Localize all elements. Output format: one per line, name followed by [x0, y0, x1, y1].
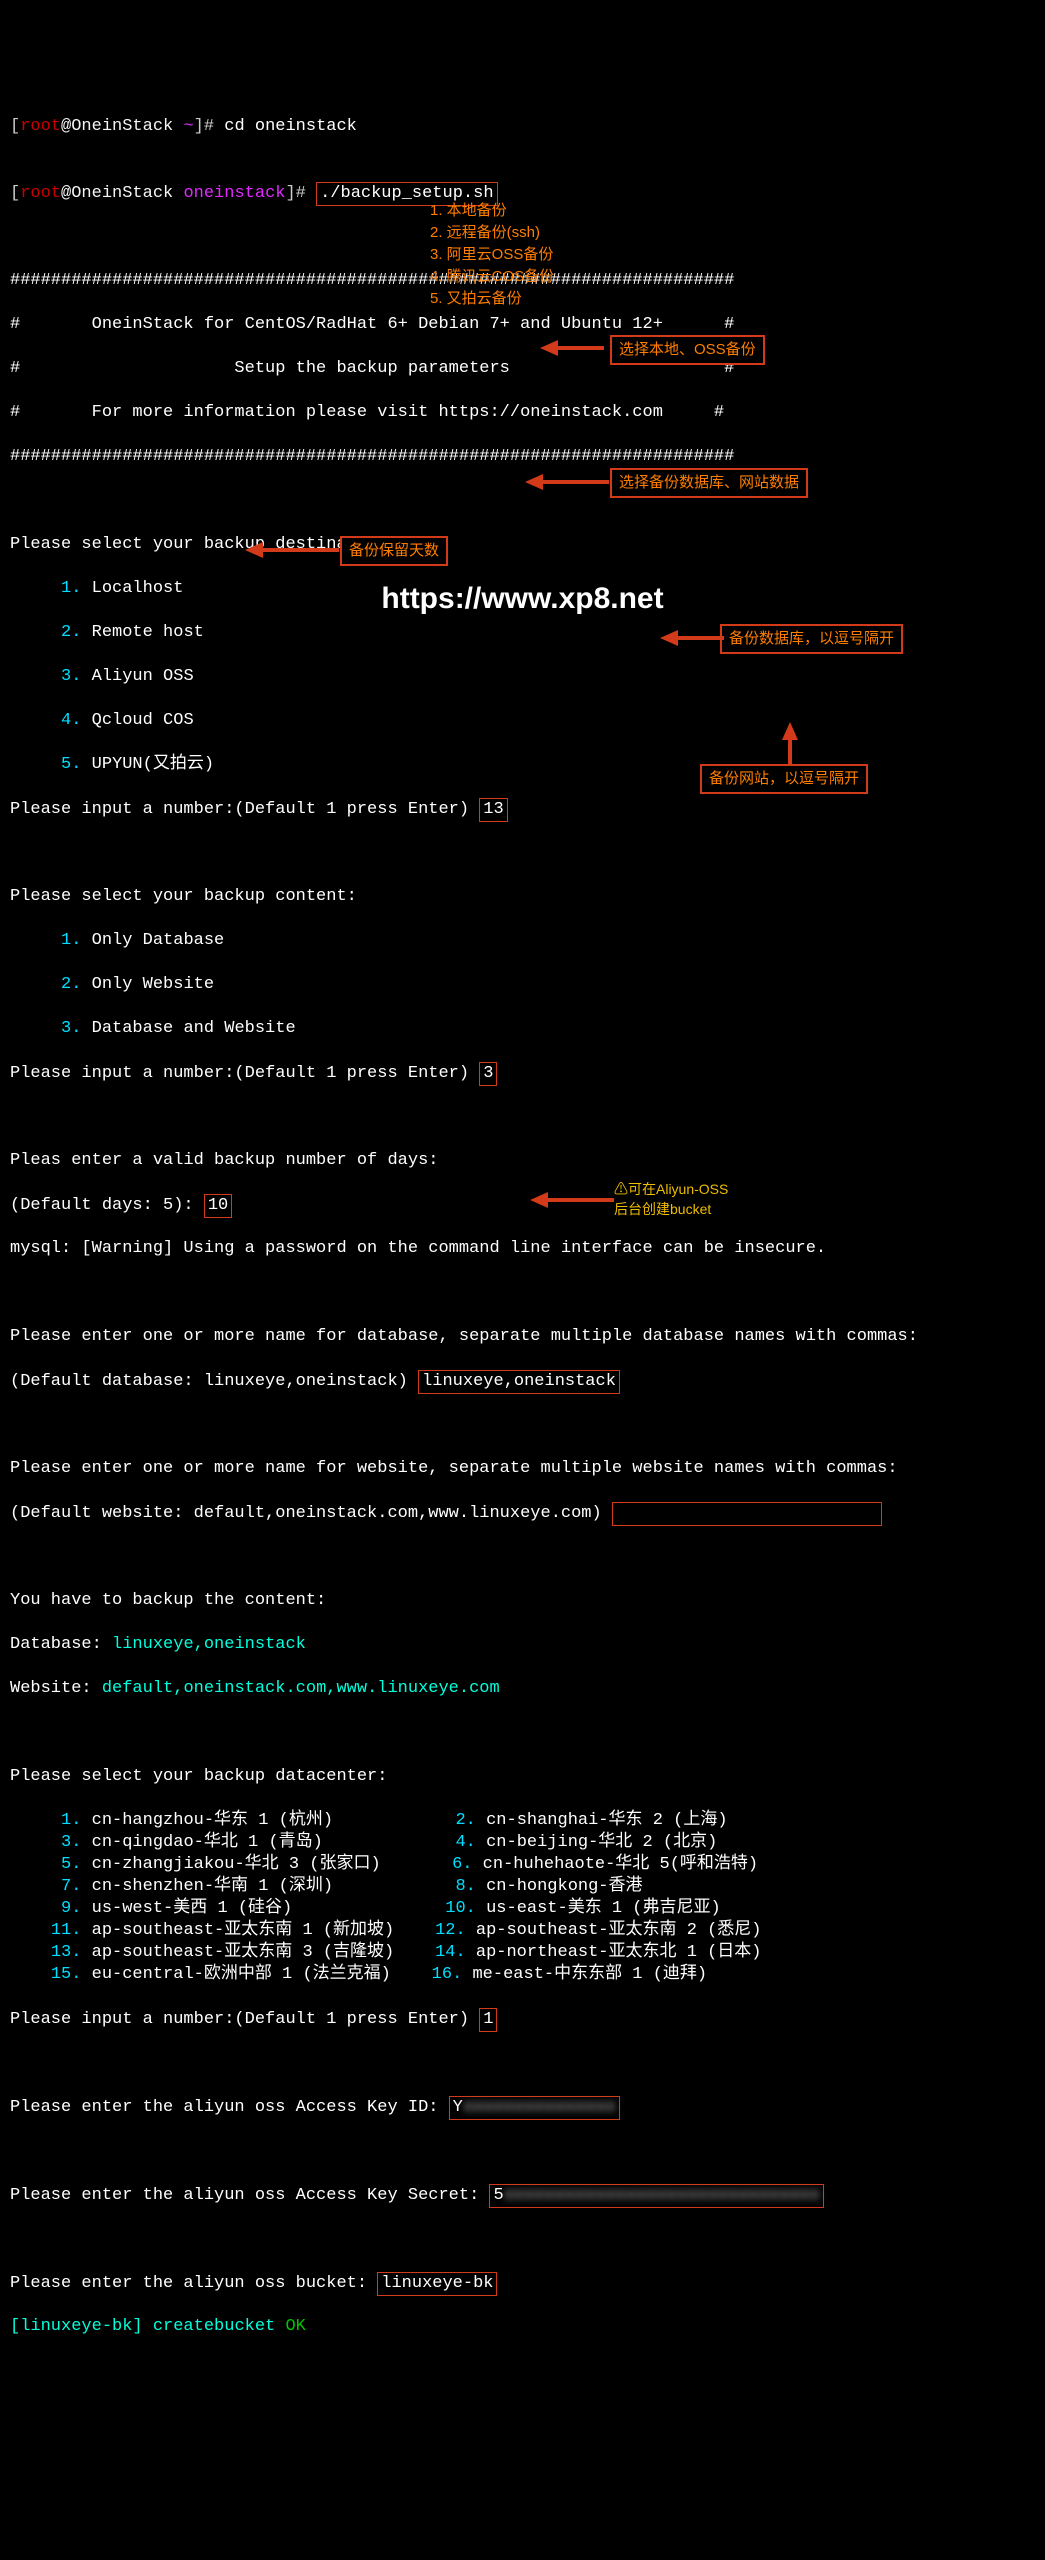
oss-result-line: [linuxeye-bk] createbucket OK [10, 2316, 1035, 2338]
banner-l2: # Setup the backup parameters # [10, 358, 1035, 380]
oss-ak-line[interactable]: Please enter the aliyun oss Access Key I… [10, 2096, 1035, 2118]
days-input-line[interactable]: (Default days: 5): 10 [10, 1194, 1035, 1216]
dc-row: 3. cn-qingdao-华北 1 (青岛) 4. cn-beijing-华北… [10, 1832, 1035, 1854]
dc-row: 13. ap-southeast-亚太东南 3 (吉隆坡) 14. ap-nor… [10, 1942, 1035, 1964]
dc-row: 11. ap-southeast-亚太东南 1 (新加坡) 12. ap-sou… [10, 1920, 1035, 1942]
confirm-site: Website: default,oneinstack.com,www.linu… [10, 1678, 1035, 1700]
dc-rows: 1. cn-hangzhou-华东 1 (杭州) 2. cn-shanghai-… [10, 1810, 1035, 1986]
db-input-val: linuxeye,oneinstack [418, 1370, 620, 1394]
label-dest: 选择本地、OSS备份 [610, 335, 765, 365]
mysql-warning: mysql: [Warning] Using a password on the… [10, 1238, 1035, 1260]
dest-input-val: 13 [479, 798, 507, 822]
arrow-icon [540, 340, 600, 356]
dc-row: 9. us-west-美西 1 (硅谷) 10. us-east-美东 1 (弗… [10, 1898, 1035, 1920]
content-input-val: 3 [479, 1062, 497, 1086]
note-dest-1: 1. 本地备份 [430, 200, 507, 222]
oss-sk-val: 5xxxxxxxxxxxxxxxxxxxxxxxxxxxxxxx [489, 2184, 823, 2208]
label-days: 备份保留天数 [340, 536, 448, 566]
dest-item-5: 5. UPYUN(又拍云) [10, 754, 1035, 776]
note-bucket-2: 后台创建bucket [614, 1198, 711, 1220]
oss-bucket-line[interactable]: Please enter the aliyun oss bucket: linu… [10, 2272, 1035, 2294]
dc-title: Please select your backup datacenter: [10, 1766, 1035, 1788]
content-item-1: 1. Only Database [10, 930, 1035, 952]
terminal-window[interactable]: { "prompt1": {"bracket_l":"[","user":"ro… [0, 0, 1045, 1280]
site-input-val [612, 1502, 882, 1526]
confirm-title: You have to backup the content: [10, 1590, 1035, 1612]
banner-l3: # For more information please visit http… [10, 402, 1035, 424]
oss-bucket-val: linuxeye-bk [377, 2272, 497, 2296]
prompt-line-1: [root@OneinStack ~]# cd oneinstack [10, 116, 1035, 138]
dc-input-line[interactable]: Please input a number:(Default 1 press E… [10, 2008, 1035, 2030]
prompt-line-2: [root@OneinStack oneinstack]# ./backup_s… [10, 182, 1035, 204]
site-input-line[interactable]: (Default website: default,oneinstack.com… [10, 1502, 1035, 1524]
dest-input-line[interactable]: Please input a number:(Default 1 press E… [10, 798, 1035, 820]
watermark-text: https://www.xp8.net [0, 588, 1045, 610]
note-dest-2: 2. 远程备份(ssh) [430, 222, 540, 244]
dest-item-3: 3. Aliyun OSS [10, 666, 1035, 688]
content-item-2: 2. Only Website [10, 974, 1035, 996]
content-item-3: 3. Database and Website [10, 1018, 1035, 1040]
note-dest-4: 4. 腾讯云COS备份 [430, 266, 554, 288]
arrow-icon [525, 474, 600, 490]
days-input-val: 10 [204, 1194, 232, 1218]
note-bucket-1: ⚠可在Aliyun-OSS [614, 1178, 728, 1200]
banner-hr2: ########################################… [10, 446, 1035, 468]
dc-input-val: 1 [479, 2008, 497, 2032]
note-dest-5: 5. 又拍云备份 [430, 288, 522, 310]
db-input-line[interactable]: (Default database: linuxeye,oneinstack) … [10, 1370, 1035, 1392]
content-title: Please select your backup content: [10, 886, 1035, 908]
days-title: Pleas enter a valid backup number of day… [10, 1150, 1035, 1172]
dc-row: 15. eu-central-欧洲中部 1 (法兰克福) 16. me-east… [10, 1964, 1035, 1986]
dest-item-4: 4. Qcloud COS [10, 710, 1035, 732]
cmd-cd: cd oneinstack [224, 117, 357, 136]
dest-title: Please select your backup destination: [10, 534, 1035, 556]
confirm-db: Database: linuxeye,oneinstack [10, 1634, 1035, 1656]
banner-l1: # OneinStack for CentOS/RadHat 6+ Debian… [10, 314, 1035, 336]
label-site: 备份网站，以逗号隔开 [700, 764, 868, 794]
note-dest-3: 3. 阿里云OSS备份 [430, 244, 553, 266]
dc-row: 7. cn-shenzhen-华南 1 (深圳) 8. cn-hongkong-… [10, 1876, 1035, 1898]
oss-sk-line[interactable]: Please enter the aliyun oss Access Key S… [10, 2184, 1035, 2206]
label-content: 选择备份数据库、网站数据 [610, 468, 808, 498]
label-db: 备份数据库，以逗号隔开 [720, 624, 903, 654]
dc-row: 1. cn-hangzhou-华东 1 (杭州) 2. cn-shanghai-… [10, 1810, 1035, 1832]
content-input-line[interactable]: Please input a number:(Default 1 press E… [10, 1062, 1035, 1084]
db-title: Please enter one or more name for databa… [10, 1326, 1035, 1348]
oss-ak-val: Yxxxxxxxxxxxxxxx [449, 2096, 620, 2120]
dc-row: 5. cn-zhangjiakou-华北 3 (张家口) 6. cn-huheh… [10, 1854, 1035, 1876]
site-title: Please enter one or more name for websit… [10, 1458, 1035, 1480]
